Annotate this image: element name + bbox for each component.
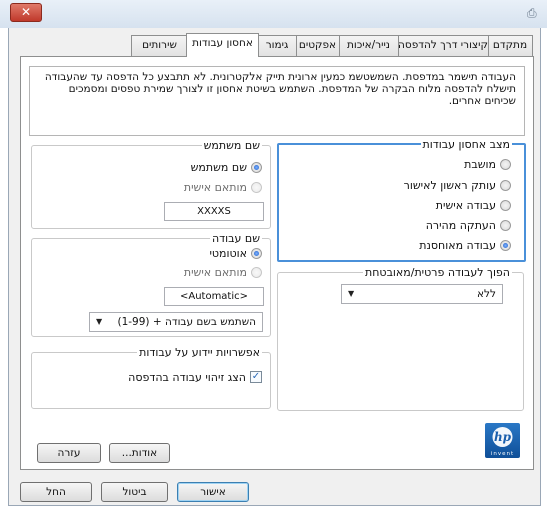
private-job-legend: הפוך לעבודה פרטית/מאובטחת [363, 266, 512, 279]
radio-personal-job[interactable] [500, 199, 511, 211]
job-name-legend: שם עבודה [209, 232, 262, 245]
radio-proof-and-hold-label: עותק ראשון לאישור [403, 178, 496, 192]
radio-personal-job-label: עבודה אישית [435, 198, 496, 212]
radio-user-custom-label: מותאם אישית [183, 180, 247, 194]
tab-effects[interactable]: אפקטים [295, 35, 340, 56]
radio-stored-job[interactable] [500, 239, 511, 251]
tab-job-storage[interactable]: אחסון עבודות [186, 33, 259, 57]
chevron-down-icon: ▼ [96, 317, 103, 326]
radio-stored-job-label: עבודה מאוחסנת [419, 238, 496, 252]
show-job-id-checkbox[interactable]: ✓ [250, 371, 262, 383]
job-name-options-dropdown[interactable]: השתמש בשם עבודה + (1-99) ▼ [89, 312, 263, 332]
job-name-field[interactable]: <Automatic> [164, 287, 264, 306]
notification-legend: אפשרויות יידוע על עבודות [137, 346, 262, 359]
radio-job-auto-label: אוטומטי [209, 246, 247, 260]
radio-disabled-label: מושבת [464, 157, 496, 171]
tab-services[interactable]: שירותים [131, 35, 188, 56]
radio-quick-copy[interactable] [500, 219, 511, 231]
private-job-dropdown[interactable]: ללא ▼ [341, 284, 503, 304]
job-storage-mode-legend: מצב אחסון עבודות [420, 138, 512, 151]
user-name-field[interactable]: XXXXS [164, 202, 264, 221]
help-button[interactable]: עזרה [37, 443, 101, 463]
close-button[interactable]: ✕ [10, 3, 42, 22]
tab-advanced[interactable]: מתקדם [487, 35, 533, 56]
hp-logo-text: hp [494, 430, 512, 444]
about-button[interactable]: אודות... [109, 443, 170, 463]
job-name-options-value: השתמש בשם עבודה + (1-99) [117, 316, 256, 328]
cancel-button[interactable]: ביטול [101, 482, 168, 502]
radio-user-name-label: שם משתמש [190, 160, 247, 174]
radio-user-name[interactable] [251, 161, 262, 173]
hp-logo: hp invent [485, 423, 520, 458]
radio-job-auto-row[interactable]: אוטומטי [209, 245, 262, 261]
show-job-id-row[interactable]: ✓ הצג זיהוי עבודה בהדפסה [128, 369, 262, 385]
printer-icon: ⎙ [527, 6, 537, 20]
radio-stored-job-row[interactable]: עבודה מאוחסנת [419, 237, 511, 253]
radio-user-custom[interactable] [251, 181, 262, 193]
radio-proof-and-hold[interactable] [500, 179, 511, 191]
radio-job-custom-label: מותאם אישית [183, 265, 247, 279]
radio-job-custom[interactable] [251, 266, 262, 278]
radio-quick-copy-label: העתקה מהירה [425, 218, 496, 232]
user-name-legend: שם משתמש [201, 139, 262, 152]
radio-job-auto[interactable] [251, 247, 262, 259]
show-job-id-label: הצג זיהוי עבודה בהדפסה [128, 370, 246, 384]
tab-paper-quality[interactable]: נייר/איכות [338, 35, 399, 56]
radio-disabled-row[interactable]: מושבת [464, 156, 511, 172]
radio-quick-copy-row[interactable]: העתקה מהירה [426, 217, 511, 233]
private-job-dropdown-value: ללא [477, 288, 496, 300]
radio-personal-job-row[interactable]: עבודה אישית [436, 197, 511, 213]
radio-job-custom-row[interactable]: מותאם אישית [184, 264, 262, 280]
ok-button[interactable]: אישור [177, 482, 249, 502]
hp-logo-mark: hp invent [491, 427, 514, 457]
title-bar [0, 0, 547, 28]
chevron-down-icon: ▼ [348, 289, 355, 298]
radio-user-name-row[interactable]: שם משתמש [191, 159, 262, 175]
radio-disabled[interactable] [500, 158, 511, 170]
tab-printing-shortcuts[interactable]: קיצורי דרך להדפסה [397, 35, 489, 56]
radio-proof-and-hold-row[interactable]: עותק ראשון לאישור [404, 177, 511, 193]
description-text: העבודה תישמר במדפסת. השמשטשמ כמעין ארוני… [44, 71, 516, 107]
apply-button[interactable]: החל [20, 482, 92, 502]
tab-finishing[interactable]: גימור [257, 35, 297, 56]
hp-logo-tagline: invent [491, 451, 514, 457]
radio-user-custom-row[interactable]: מותאם אישית [184, 179, 262, 195]
